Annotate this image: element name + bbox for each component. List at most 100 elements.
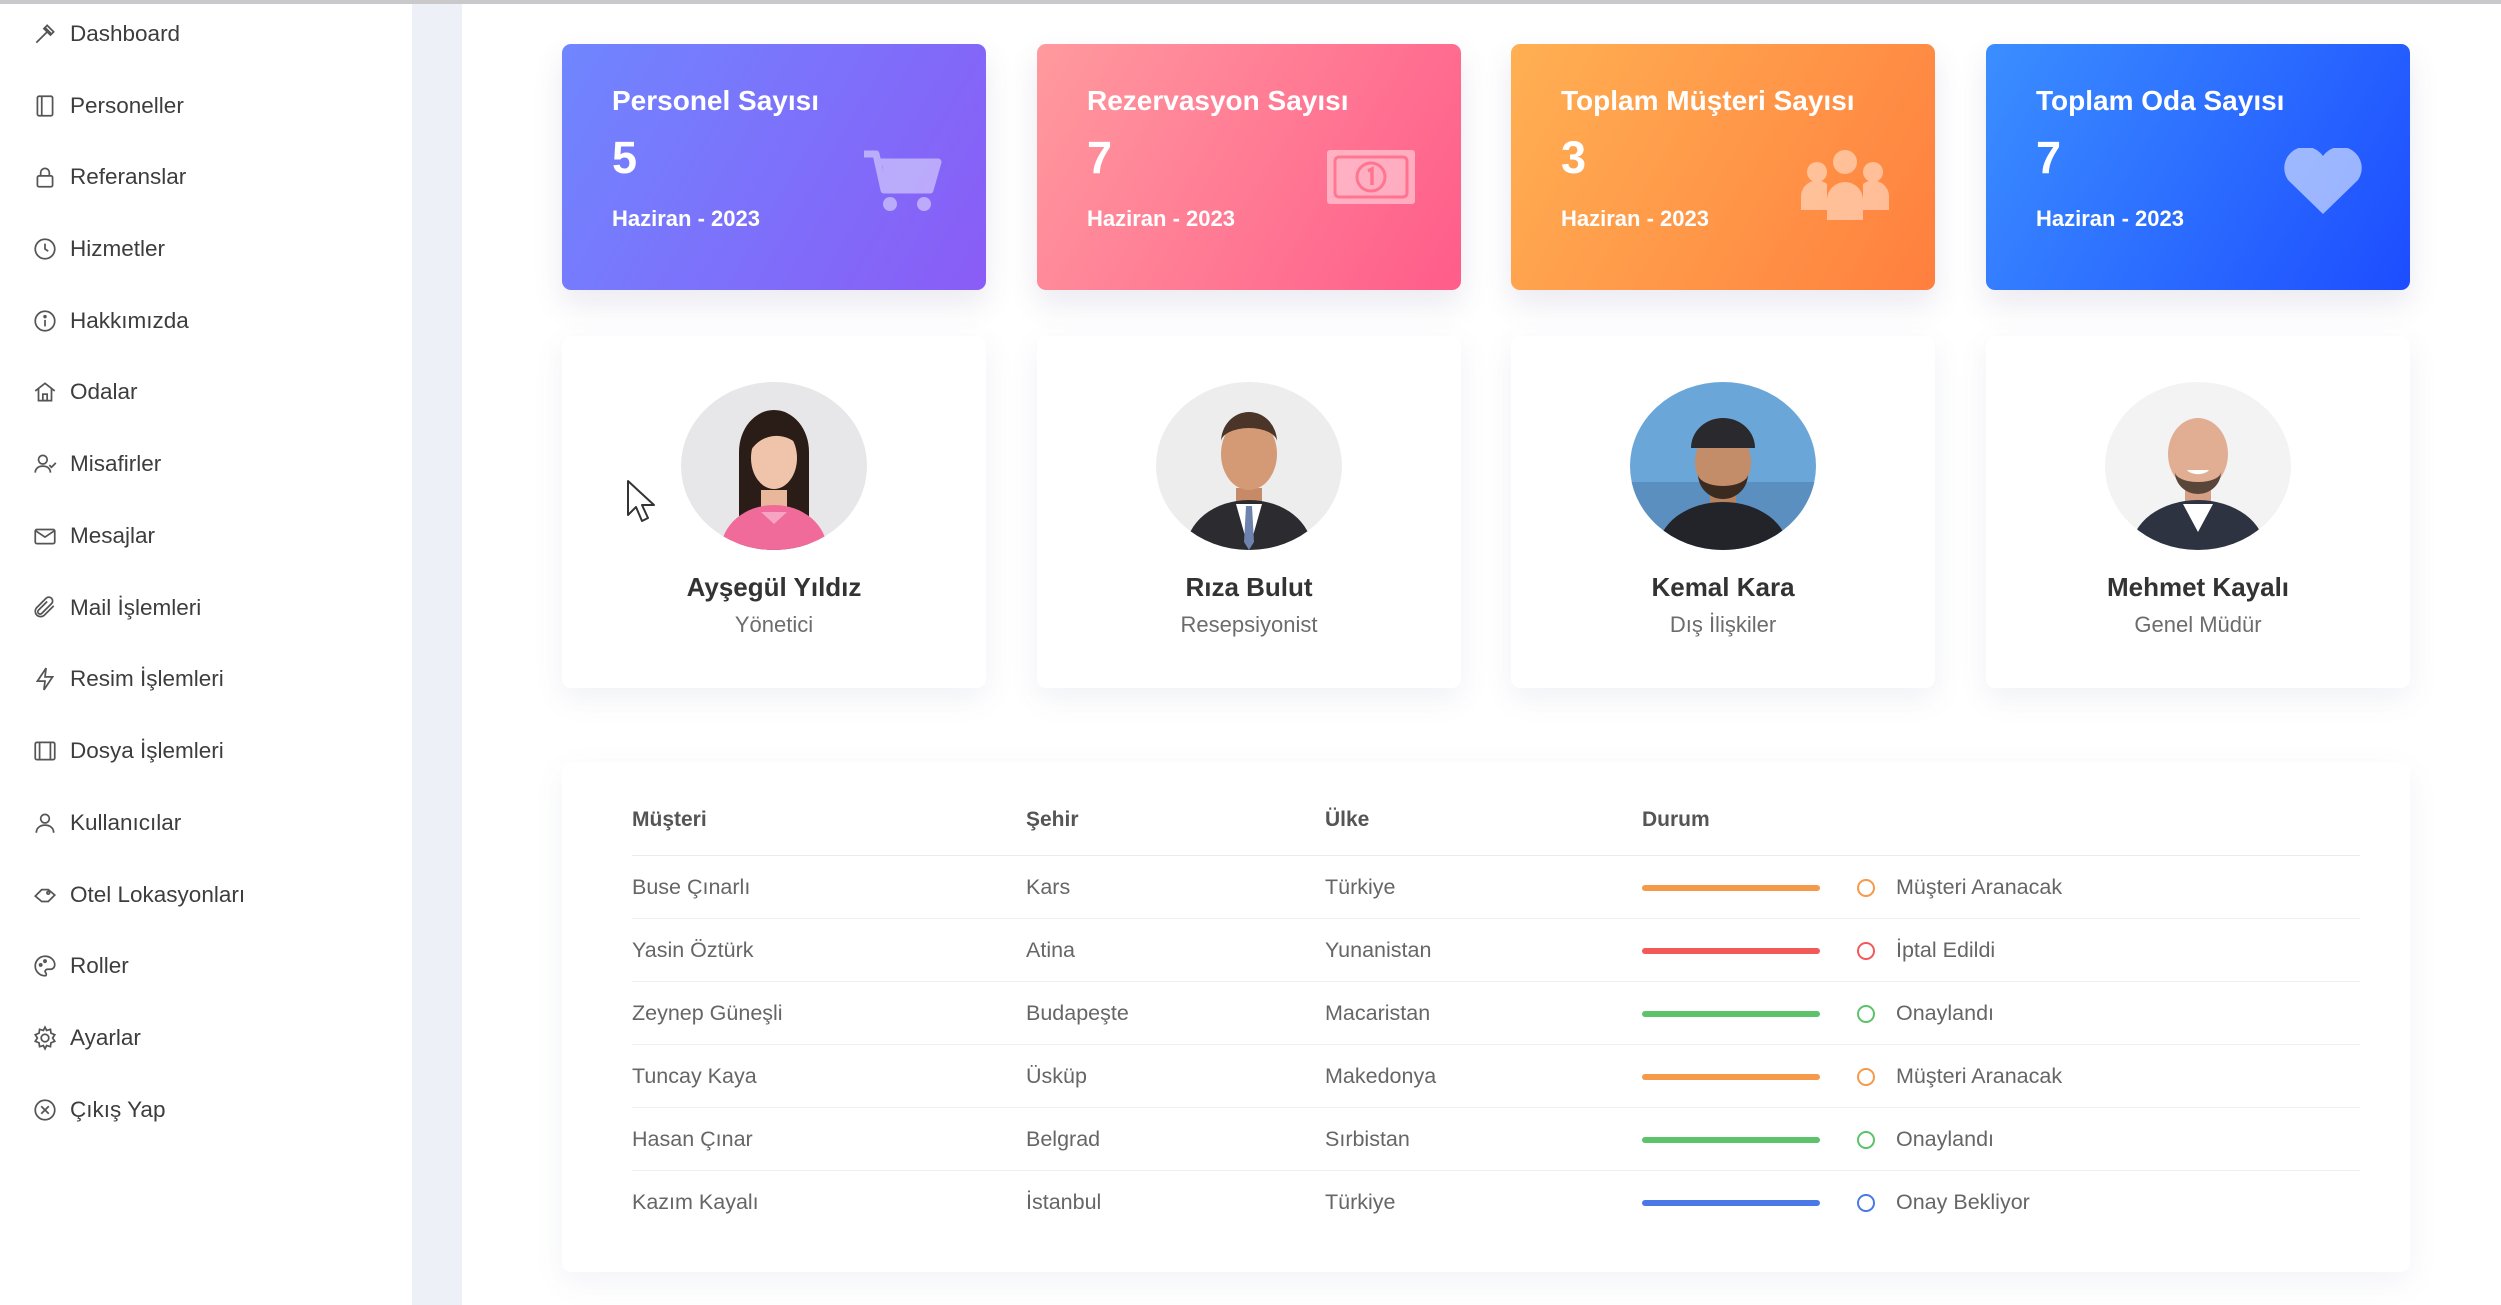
stat-title: Toplam Müşteri Sayısı [1561,85,1855,116]
team-card[interactable]: Mehmet Kayalı Genel Müdür [1986,336,2410,688]
sidebar-item-hizmetler[interactable]: Hizmetler [32,229,165,269]
stat-value: 3 [1561,132,1587,183]
sidebar-item-label: Dashboard [70,21,181,46]
stat-card-personel[interactable]: Personel Sayısı 5 Haziran - 2023 [562,44,986,290]
stat-value: 7 [1087,132,1113,183]
sidebar-item-label: Mail İşlemleri [70,595,202,620]
mouse-cursor-icon [626,479,658,525]
table-row[interactable]: Buse Çınarlı Kars Türkiye Müşteri Aranac… [632,856,2360,919]
stat-card-oda[interactable]: Toplam Oda Sayısı 7 Haziran - 2023 [1986,44,2410,290]
sidebar-item-label: Ayarlar [70,1025,141,1050]
info-icon [32,308,58,334]
team-card[interactable]: Kemal Kara Dış İlişkiler [1511,336,1935,688]
main-content: Personel Sayısı 5 Haziran - 2023 Rezerva… [462,0,2501,1305]
city-cell: Budapeşte [1026,1001,1129,1025]
team-card[interactable]: Rıza Bulut Resepsiyonist [1037,336,1461,688]
status-bar [1642,1011,1820,1017]
customer-cell: Yasin Öztürk [632,938,754,962]
close-circle-icon [32,1097,58,1123]
sidebar-item-label: Resim İşlemleri [70,666,224,691]
status-indicator [1857,1131,1875,1149]
status-indicator [1857,1194,1875,1212]
status-bar [1642,885,1820,891]
avatar [1156,382,1342,550]
city-cell: Belgrad [1026,1127,1101,1151]
sidebar-item-label: Roller [70,953,129,978]
column-header-city[interactable]: Şehir [1026,808,1079,832]
status-bar [1642,948,1820,954]
cart-icon [862,148,942,219]
sidebar-item-label: Referanslar [70,164,187,189]
stat-card-rezervasyon[interactable]: Rezervasyon Sayısı 7 Haziran - 2023 [1037,44,1461,290]
status-bar [1642,1200,1820,1206]
status-text: İptal Edildi [1896,938,1996,962]
status-bar [1642,1137,1820,1143]
status-indicator [1857,1005,1875,1023]
column-header-status[interactable]: Durum [1642,808,1710,832]
status-indicator [1857,1068,1875,1086]
status-indicator [1857,942,1875,960]
city-cell: Üsküp [1026,1064,1087,1088]
sidebar-item-label: Mesajlar [70,523,156,548]
column-header-country[interactable]: Ülke [1325,808,1369,832]
sidebar-item-mail-islemleri[interactable]: Mail İşlemleri [32,588,201,628]
sidebar-item-label: Misafirler [70,451,162,476]
sidebar-item-personeller[interactable]: Personeller [32,86,184,126]
stat-period: Haziran - 2023 [612,206,760,231]
customer-cell: Buse Çınarlı [632,875,751,899]
status-text: Müşteri Aranacak [1896,1064,2063,1088]
sidebar-item-otel-lokasyonlari[interactable]: Otel Lokasyonları [32,875,245,915]
customer-cell: Tuncay Kaya [632,1064,757,1088]
sidebar-item-mesajlar[interactable]: Mesajlar [32,516,155,556]
team-member-name: Kemal Kara [1651,572,1795,602]
stat-card-musteri[interactable]: Toplam Müşteri Sayısı 3 Haziran - 2023 [1511,44,1935,290]
sidebar-gutter [412,0,462,1305]
status-text: Müşteri Aranacak [1896,875,2063,899]
table-row[interactable]: Hasan Çınar Belgrad Sırbistan Onaylandı [632,1108,2360,1171]
sidebar-item-resim-islemleri[interactable]: Resim İşlemleri [32,659,224,699]
sidebar-item-label: Dosya İşlemleri [70,738,224,763]
stat-value: 7 [2036,132,2062,183]
city-cell: İstanbul [1026,1190,1102,1214]
book-icon [32,93,58,119]
sidebar-item-referanslar[interactable]: Referanslar [32,157,186,197]
table-row[interactable]: Tuncay Kaya Üsküp Makedonya Müşteri Aran… [632,1045,2360,1108]
sidebar-item-dosya-islemleri[interactable]: Dosya İşlemleri [32,731,224,771]
customer-cell: Zeynep Güneşli [632,1001,783,1025]
table-row[interactable]: Zeynep Güneşli Budapeşte Macaristan Onay… [632,982,2360,1045]
sidebar-item-roller[interactable]: Roller [32,946,129,986]
table-header: Müşteri Şehir Ülke Durum [632,808,2360,856]
team-member-role: Dış İlişkiler [1669,612,1777,637]
sidebar-item-odalar[interactable]: Odalar [32,372,138,412]
sidebar-item-label: Hakkımızda [70,308,189,333]
customer-cell: Hasan Çınar [632,1127,753,1151]
paperclip-icon [32,595,58,621]
sidebar-item-label: Kullanıcılar [70,810,182,835]
user-icon [32,810,58,836]
guests-icon [32,451,58,477]
team-member-name: Mehmet Kayalı [2106,572,2290,602]
sidebar-item-cikis-yap[interactable]: Çıkış Yap [32,1090,165,1130]
team-member-role: Genel Müdür [2134,612,2262,637]
stat-title: Toplam Oda Sayısı [2036,85,2285,116]
customer-table: Müşteri Şehir Ülke Durum Buse Çınarlı Ka… [562,762,2410,1272]
sidebar-item-hakkimizda[interactable]: Hakkımızda [32,301,189,341]
team-member-role: Yönetici [734,612,814,637]
heart-icon [2280,146,2366,221]
status-indicator [1857,879,1875,897]
table-row[interactable]: Yasin Öztürk Atina Yunanistan İptal Edil… [632,919,2360,982]
avatar [1630,382,1816,550]
avatar [2105,382,2291,550]
column-header-customer[interactable]: Müşteri [632,808,707,832]
sidebar-item-misafirler[interactable]: Misafirler [32,444,161,484]
team-member-name: Ayşegül Yıldız [686,572,862,602]
country-cell: Türkiye [1325,875,1396,899]
table-row[interactable]: Kazım Kayalı İstanbul Türkiye Onay Bekli… [632,1171,2360,1234]
sidebar-item-ayarlar[interactable]: Ayarlar [32,1018,141,1058]
sidebar-item-dashboard[interactable]: Dashboard [32,14,180,54]
top-border [0,0,2501,4]
customer-cell: Kazım Kayalı [632,1190,759,1214]
sidebar-item-label: Çıkış Yap [70,1097,166,1122]
hand-icon [32,882,58,908]
sidebar-item-kullanicilar[interactable]: Kullanıcılar [32,803,181,843]
